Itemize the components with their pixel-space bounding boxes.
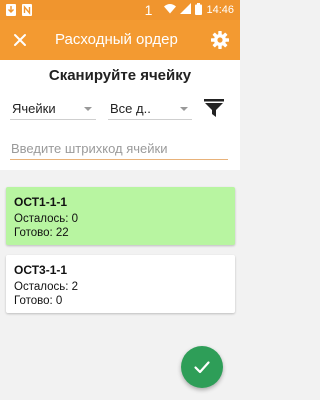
dropdown-arrow-icon (180, 107, 188, 111)
download-icon (6, 3, 16, 16)
filter-icon (204, 99, 224, 117)
wifi-icon (164, 3, 177, 17)
status-bar: 1 14:46 (0, 0, 240, 20)
check-icon (194, 361, 210, 374)
confirm-button[interactable] (181, 346, 223, 388)
cell-name: ОСТ1-1-1 (14, 195, 68, 209)
signal-icon (180, 3, 192, 17)
cell-ready: Готово: 22 (14, 227, 69, 239)
scan-panel: Сканируйте ячейку Ячейки Все д.. (0, 60, 240, 170)
notification-n-icon (22, 3, 32, 16)
page-title: Расходный ордер (55, 31, 178, 48)
sim-number: 1 (144, 2, 153, 18)
close-button[interactable] (10, 30, 30, 50)
all-dropdown[interactable]: Все д.. (108, 98, 192, 120)
cell-remaining: Осталось: 0 (14, 213, 78, 225)
filter-button[interactable] (203, 97, 225, 119)
cell-card[interactable]: ОСТ3-1-1 Осталось: 2 Готово: 0 (6, 255, 235, 313)
cells-dropdown-value: Ячейки (12, 101, 56, 116)
cells-dropdown[interactable]: Ячейки (10, 98, 96, 120)
barcode-input[interactable] (10, 138, 228, 160)
clock: 14:46 (206, 4, 234, 16)
close-icon (14, 34, 26, 46)
cell-remaining: Осталось: 2 (14, 281, 78, 293)
battery-icon (195, 2, 203, 18)
cell-card[interactable]: ОСТ1-1-1 Осталось: 0 Готово: 22 (6, 187, 235, 245)
cell-ready: Готово: 0 (14, 295, 63, 307)
cell-name: ОСТ3-1-1 (14, 263, 68, 277)
dropdown-arrow-icon (84, 107, 92, 111)
gear-icon (211, 31, 229, 49)
settings-button[interactable] (210, 30, 230, 50)
scan-heading: Сканируйте ячейку (48, 67, 192, 84)
app-bar: Расходный ордер (0, 20, 240, 60)
all-dropdown-value: Все д.. (110, 101, 151, 116)
